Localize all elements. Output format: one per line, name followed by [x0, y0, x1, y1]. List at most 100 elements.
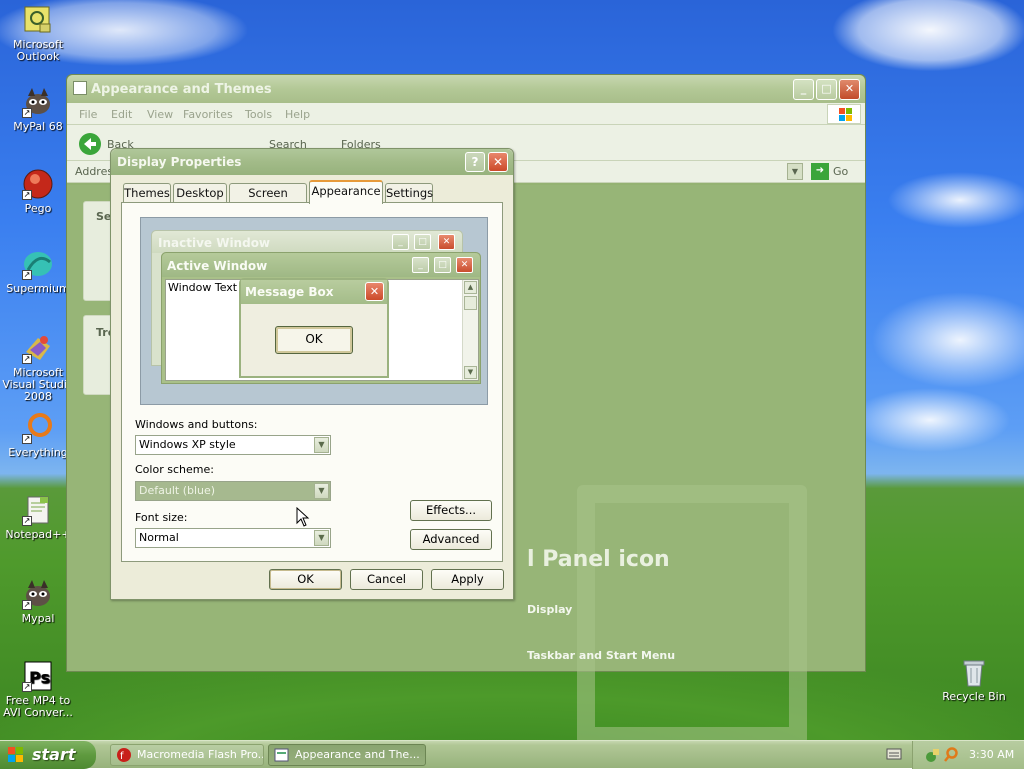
- address-dropdown-button[interactable]: ▼: [787, 163, 803, 180]
- tab-settings[interactable]: Settings: [385, 183, 433, 203]
- scroll-thumb: [464, 296, 477, 310]
- font-size-label: Font size:: [135, 511, 188, 524]
- taskbar-item-appearance[interactable]: Appearance and The...: [268, 744, 426, 766]
- start-label: start: [32, 745, 76, 764]
- clock[interactable]: 3:30 AM: [969, 748, 1014, 761]
- desktop-icon-label: Supermium: [6, 282, 70, 295]
- advanced-button[interactable]: Advanced: [410, 529, 492, 550]
- display-link[interactable]: Display: [527, 603, 572, 616]
- tab-desktop[interactable]: Desktop: [173, 183, 227, 203]
- color-scheme-value: Default (blue): [139, 484, 216, 497]
- desktop-icon-free-mp4[interactable]: Ps ↗ Free MP4 to AVI Conver...: [0, 660, 76, 719]
- outlook-icon: [22, 4, 54, 36]
- keyboard-icon[interactable]: [886, 747, 902, 761]
- maximize-button[interactable]: □: [816, 79, 837, 100]
- desktop-icon-label: Notepad++: [5, 528, 71, 541]
- desktop-icon-label: Microsoft Outlook: [12, 38, 64, 63]
- desktop-icon-label: Microsoft Visual Studio 2008: [2, 366, 74, 403]
- close-icon: ✕: [456, 257, 473, 273]
- menu-help[interactable]: Help: [285, 108, 310, 121]
- dialog-close-button[interactable]: ✕: [488, 152, 508, 172]
- control-panel-icon: [274, 748, 289, 762]
- desktop-icon-label: Pego: [24, 202, 52, 215]
- desktop-icon-supermium[interactable]: ↗ Supermium: [0, 248, 76, 295]
- window-titlebar[interactable]: Appearance and Themes _ □ ✕: [67, 75, 865, 103]
- shortcut-arrow-icon: ↗: [22, 270, 32, 280]
- windows-buttons-value: Windows XP style: [139, 438, 236, 451]
- pego-icon: ↗: [22, 168, 54, 200]
- desktop-icon-mypal[interactable]: ↗ Mypal: [0, 578, 76, 625]
- windows-buttons-select[interactable]: Windows XP style ▼: [135, 435, 331, 455]
- chevron-down-icon[interactable]: ▼: [314, 530, 329, 546]
- menu-favorites[interactable]: Favorites: [183, 108, 233, 121]
- search-icon[interactable]: [943, 747, 959, 763]
- chevron-down-icon[interactable]: ▼: [314, 437, 329, 453]
- apply-button[interactable]: Apply: [431, 569, 504, 590]
- taskbar-item-label: Appearance and The...: [295, 748, 420, 761]
- raccoon-icon: ↗: [22, 86, 54, 118]
- tab-themes[interactable]: Themes: [123, 183, 171, 203]
- go-arrow-icon[interactable]: ➜: [811, 163, 829, 180]
- start-button[interactable]: start: [0, 741, 96, 769]
- desktop-icon-label: Recycle Bin: [942, 690, 1006, 703]
- mouse-cursor-icon: [296, 507, 310, 527]
- cancel-button[interactable]: Cancel: [350, 569, 423, 590]
- tab-appearance[interactable]: Appearance: [309, 180, 383, 204]
- visual-studio-icon: ↗: [22, 332, 54, 364]
- desktop-icon-recycle-bin[interactable]: Recycle Bin: [936, 656, 1012, 703]
- back-arrow-icon[interactable]: [79, 133, 101, 155]
- menu-file[interactable]: File: [79, 108, 97, 121]
- desktop-icon-label: Mypal: [21, 612, 55, 625]
- desktop-icon-label: MyPal 68: [13, 120, 63, 133]
- shortcut-arrow-icon: ↗: [22, 516, 32, 526]
- shortcut-arrow-icon: ↗: [22, 108, 32, 118]
- network-icon[interactable]: [925, 747, 941, 763]
- taskbar-start-menu-link[interactable]: Taskbar and Start Menu: [527, 649, 675, 662]
- window-text: Window Text: [168, 281, 238, 294]
- desktop-icon-outlook[interactable]: Microsoft Outlook: [0, 4, 76, 63]
- notepad-plus-plus-icon: ↗: [22, 494, 54, 526]
- desktop-icon-visual-studio[interactable]: ↗ Microsoft Visual Studio 2008: [0, 332, 76, 403]
- menu-edit[interactable]: Edit: [111, 108, 132, 121]
- color-scheme-select[interactable]: Default (blue) ▼: [135, 481, 331, 501]
- desktop-icon-notepadpp[interactable]: ↗ Notepad++: [0, 494, 76, 541]
- flash-icon: f: [117, 748, 131, 762]
- taskbar-item-label: Macromedia Flash Pro...: [137, 748, 264, 761]
- desktop-icon-pego[interactable]: ↗ Pego: [0, 168, 76, 215]
- menu-tools[interactable]: Tools: [245, 108, 272, 121]
- menu-view[interactable]: View: [147, 108, 173, 121]
- svg-text:Ps: Ps: [29, 668, 50, 687]
- font-size-select[interactable]: Normal ▼: [135, 528, 331, 548]
- recycle-bin-icon: [958, 656, 990, 688]
- shortcut-arrow-icon: ↗: [22, 354, 32, 364]
- go-label[interactable]: Go: [833, 165, 848, 178]
- effects-button[interactable]: Effects...: [410, 500, 492, 521]
- shortcut-arrow-icon: ↗: [22, 682, 32, 692]
- ok-button[interactable]: OK: [269, 569, 342, 590]
- windows-flag-icon: [8, 747, 23, 762]
- maximize-icon: □: [434, 257, 451, 273]
- control-panel-watermark-icon: [577, 485, 807, 745]
- close-button[interactable]: ✕: [839, 79, 860, 100]
- windows-buttons-label: Windows and buttons:: [135, 418, 258, 431]
- desktop-icon-label: Everything: [8, 446, 68, 459]
- message-box-ok: OK: [275, 326, 353, 354]
- shortcut-arrow-icon: ↗: [22, 190, 32, 200]
- supermium-icon: ↗: [22, 248, 54, 280]
- help-button[interactable]: ?: [465, 152, 485, 172]
- taskbar-item-flash[interactable]: f Macromedia Flash Pro...: [110, 744, 264, 766]
- menu-bar: File Edit View Favorites Tools Help: [67, 103, 865, 125]
- close-icon: ✕: [438, 234, 455, 250]
- chevron-down-icon[interactable]: ▼: [314, 483, 329, 499]
- desktop-icon-everything[interactable]: ↗ Everything: [0, 412, 76, 459]
- tab-screen-saver[interactable]: Screen Saver: [229, 183, 307, 218]
- desktop-icon-label: Free MP4 to AVI Conver...: [3, 694, 73, 719]
- desktop-icon-mypal68[interactable]: ↗ MyPal 68: [0, 86, 76, 133]
- font-size-value: Normal: [139, 531, 179, 544]
- dialog-titlebar[interactable]: Display Properties ? ✕: [111, 149, 513, 175]
- raccoon-icon: ↗: [22, 578, 54, 610]
- appearance-panel: Inactive Window _ □ ✕ Active Window _ □ …: [121, 202, 503, 562]
- minimize-button[interactable]: _: [793, 79, 814, 100]
- window-title: Appearance and Themes: [91, 82, 272, 97]
- maximize-icon: □: [414, 234, 431, 250]
